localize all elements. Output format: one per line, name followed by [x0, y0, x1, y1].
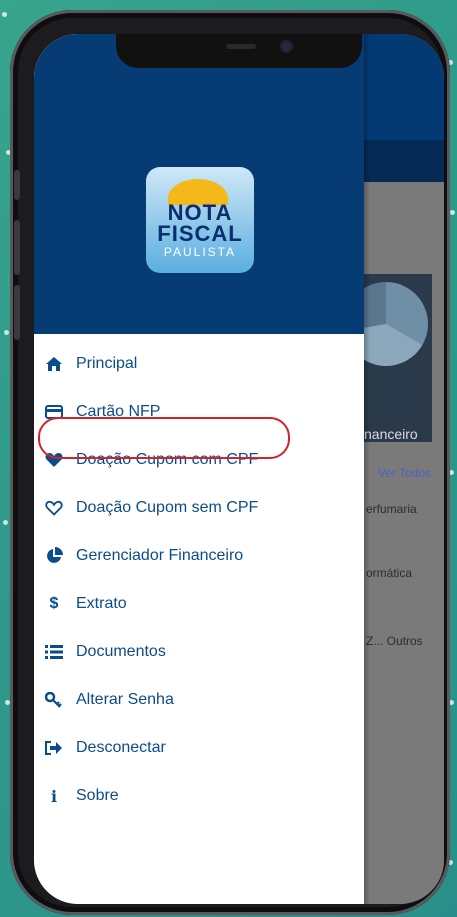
phone-volume-button	[14, 220, 20, 275]
menu-item-doacao-com-cpf[interactable]: Doação Cupom com CPF	[34, 440, 364, 480]
speaker	[226, 44, 256, 49]
menu-item-documentos[interactable]: Documentos	[34, 632, 364, 672]
sign-out-icon	[44, 738, 64, 758]
menu-item-sobre[interactable]: i Sobre	[34, 776, 364, 816]
drawer-header: NOTA FISCAL PAULISTA	[34, 34, 364, 334]
menu-item-extrato[interactable]: $ Extrato	[34, 584, 364, 624]
drawer-shadow	[364, 34, 370, 904]
category-item: ormática	[366, 566, 413, 580]
menu-item-label: Desconectar	[76, 739, 166, 756]
key-icon	[44, 690, 64, 710]
info-icon: i	[50, 786, 58, 806]
menu-item-label: Doação Cupom com CPF	[76, 451, 259, 468]
menu-item-desconectar[interactable]: Desconectar	[34, 728, 364, 768]
category-item: Z... Outros	[366, 634, 423, 648]
menu-item-alterar-senha[interactable]: Alterar Senha	[34, 680, 364, 720]
list-icon	[44, 642, 64, 662]
phone-frame: nanceiro Ver Todos erfumaria ormática Z.…	[10, 10, 450, 915]
menu-item-gerenciador-financeiro[interactable]: Gerenciador Financeiro	[34, 536, 364, 576]
phone-screen: nanceiro Ver Todos erfumaria ormática Z.…	[34, 34, 444, 904]
menu-item-cartao-nfp[interactable]: Cartão NFP	[34, 392, 364, 432]
phone-volume-button	[14, 285, 20, 340]
camera-icon	[282, 42, 291, 51]
heart-filled-icon	[44, 450, 64, 470]
menu-item-label: Principal	[76, 355, 138, 372]
navigation-drawer: NOTA FISCAL PAULISTA Principal Cartão NF…	[34, 34, 364, 904]
menu-item-label: Alterar Senha	[76, 691, 174, 708]
card-label: nanceiro	[364, 426, 418, 442]
pie-chart-icon	[44, 546, 64, 566]
nota-fiscal-paulista-logo: NOTA FISCAL PAULISTA	[146, 167, 254, 273]
menu-item-label: Doação Cupom sem CPF	[76, 499, 259, 516]
logo-text-fiscal: FISCAL	[157, 221, 243, 246]
notch	[116, 34, 362, 68]
category-item: erfumaria	[366, 502, 417, 516]
menu-item-label: Cartão NFP	[76, 403, 161, 420]
phone-side-button	[14, 170, 20, 200]
menu-item-principal[interactable]: Principal	[34, 344, 364, 384]
heart-outline-icon	[44, 498, 64, 518]
menu-item-label: Gerenciador Financeiro	[76, 547, 244, 564]
menu-item-doacao-sem-cpf[interactable]: Doação Cupom sem CPF	[34, 488, 364, 528]
menu-item-label: Sobre	[76, 787, 119, 804]
menu-item-label: Documentos	[76, 643, 166, 660]
see-all-link[interactable]: Ver Todos	[378, 466, 431, 480]
dollar-icon: $	[49, 595, 59, 612]
credit-card-icon	[44, 402, 64, 422]
home-icon	[44, 354, 64, 374]
menu-item-label: Extrato	[76, 595, 127, 612]
logo-text-paulista: PAULISTA	[163, 245, 237, 259]
